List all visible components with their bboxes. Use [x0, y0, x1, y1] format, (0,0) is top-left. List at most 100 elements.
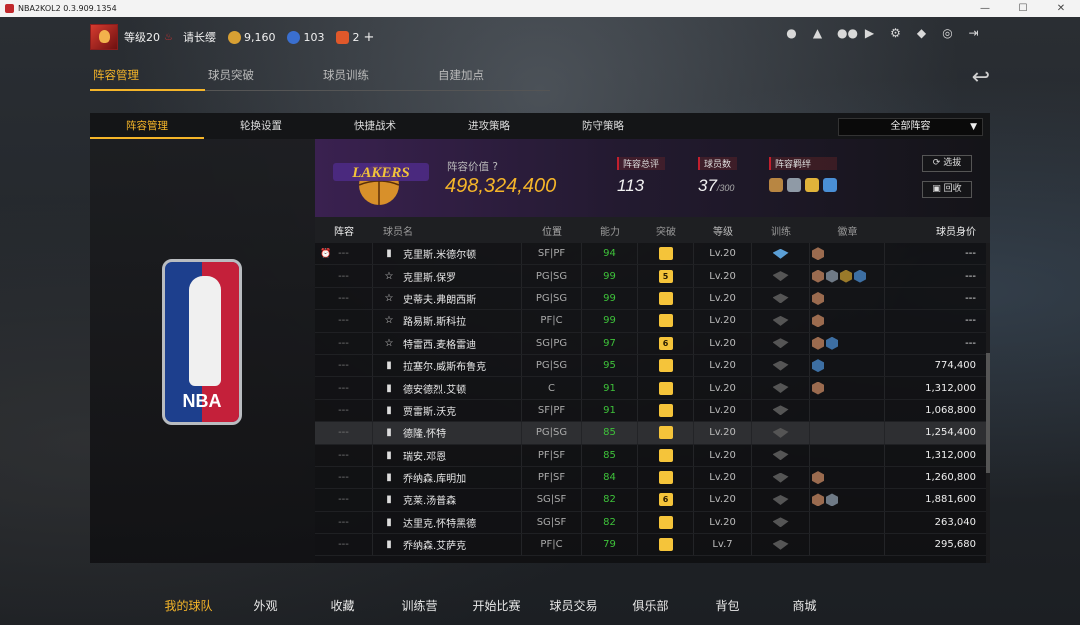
back-icon[interactable]: ↩ [972, 65, 990, 90]
breakthrough-icon[interactable]: 6 [658, 493, 673, 507]
subtab-quick-tactics[interactable]: 快捷战术 [318, 113, 432, 139]
table-row[interactable]: --- ▮ 拉塞尔.威斯布鲁克 PG|SG 95 Lv.20 774,400 [315, 354, 990, 378]
player-name[interactable]: 克里斯.米德尔顿 [403, 246, 476, 261]
breakthrough-icon[interactable]: 6 [658, 336, 673, 350]
breakthrough-icon[interactable] [658, 426, 673, 440]
player-name[interactable]: 德隆.怀特 [403, 425, 446, 440]
breakthrough-icon[interactable] [658, 403, 673, 417]
breakthrough-icon[interactable] [658, 448, 673, 462]
player-name[interactable]: 德安德烈.艾顿 [403, 381, 466, 396]
breakthrough-icon[interactable] [658, 381, 673, 395]
stats-icon[interactable]: ▮ [383, 539, 395, 550]
subtab-rotation[interactable]: 轮换设置 [204, 113, 318, 139]
col-position[interactable]: 位置 [522, 223, 582, 238]
col-lineup[interactable]: 阵容 [315, 223, 373, 238]
player-name[interactable]: 拉塞尔.威斯布鲁克 [403, 358, 486, 373]
minimize-button[interactable]: — [966, 3, 1004, 14]
help-icon[interactable]: ? [492, 161, 498, 173]
stats-icon[interactable]: ▮ [383, 517, 395, 528]
table-row[interactable]: --- ▮ 乔纳森.库明加 PF|SF 84 Lv.20 1,260,800 [315, 466, 990, 490]
breakthrough-icon[interactable] [658, 291, 673, 305]
training-icon[interactable] [772, 539, 789, 550]
player-name[interactable]: 特雷西.麦格雷迪 [403, 336, 476, 351]
badge-icon[interactable] [840, 269, 852, 283]
badge-icon[interactable] [812, 291, 824, 305]
col-level[interactable]: 等级 [694, 223, 752, 238]
bond-icons[interactable] [769, 178, 837, 192]
nav-club[interactable]: 俱乐部 [612, 597, 689, 614]
player-name[interactable]: 史蒂夫.弗朗西斯 [403, 291, 476, 306]
stats-icon[interactable]: ▮ [383, 450, 395, 461]
badge-icon[interactable] [812, 314, 824, 328]
stats-icon[interactable]: ▮ [383, 405, 395, 416]
table-row[interactable]: --- ☆ 路易斯.斯科拉 PF|C 99 Lv.20 --- [315, 310, 990, 333]
player-name[interactable]: 乔纳森.艾萨克 [403, 537, 466, 552]
close-button[interactable]: ✕ [1042, 3, 1080, 14]
stats-icon[interactable]: ▮ [383, 360, 395, 371]
profile-icon[interactable]: ● [785, 27, 798, 40]
player-name[interactable]: 达里克.怀特黑德 [403, 515, 476, 530]
subtab-lineup[interactable]: 阵容管理 [90, 113, 204, 139]
badge-icon[interactable] [826, 493, 838, 507]
training-icon[interactable] [772, 360, 789, 371]
breakthrough-icon[interactable] [658, 471, 673, 485]
badge-icon[interactable] [812, 269, 824, 283]
breakthrough-icon[interactable] [658, 247, 673, 261]
nav-training-camp[interactable]: 训练营 [381, 597, 458, 614]
badge-icon[interactable] [812, 359, 824, 373]
tab-custom-points[interactable]: 自建加点 [435, 67, 550, 91]
stats-icon[interactable]: ▮ [383, 383, 395, 394]
nav-player-trade[interactable]: 球员交易 [535, 597, 612, 614]
training-icon[interactable] [772, 517, 789, 528]
exit-icon[interactable]: ⇥ [967, 27, 980, 40]
tab-lineup-management[interactable]: 阵容管理 [90, 67, 205, 91]
stats-icon[interactable]: ▮ [383, 472, 395, 483]
training-icon[interactable] [772, 383, 789, 394]
nav-appearance[interactable]: 外观 [227, 597, 304, 614]
training-icon[interactable] [772, 338, 789, 349]
player-name[interactable]: 瑞安.邓恩 [403, 448, 446, 463]
subtab-offense[interactable]: 进攻策略 [432, 113, 546, 139]
col-rating[interactable]: 能力 [582, 223, 638, 238]
badge-icon[interactable] [826, 269, 838, 283]
maximize-button[interactable]: ☐ [1004, 3, 1042, 14]
table-row[interactable]: --- ☆ 克里斯.保罗 PG|SG 99 5 Lv.20 --- [315, 265, 990, 288]
stats-icon[interactable]: ▮ [383, 494, 395, 505]
settings-icon[interactable]: ⚙ [889, 27, 902, 40]
table-row[interactable]: --- ▮ 德安德烈.艾顿 C 91 Lv.20 1,312,000 [315, 377, 990, 400]
lineup-filter-select[interactable]: 全部阵容 ▼ [838, 118, 983, 136]
col-badges[interactable]: 徽章 [810, 223, 885, 238]
nav-shop[interactable]: 商城 [766, 597, 843, 614]
add-currency-button[interactable]: + [363, 30, 374, 45]
recycle-button[interactable]: ▣ 回收 [922, 181, 972, 198]
table-row[interactable]: --- ▮ 乔纳森.艾萨克 PF|C 79 Lv.7 295,680 [315, 534, 990, 557]
breakthrough-icon[interactable] [658, 515, 673, 529]
avatar[interactable] [90, 24, 118, 50]
breakthrough-icon[interactable]: 5 [658, 269, 673, 283]
nav-backpack[interactable]: 背包 [689, 597, 766, 614]
table-row[interactable]: --- ▮ 瑞安.邓恩 PF|SF 85 Lv.20 1,312,000 [315, 444, 990, 467]
player-name[interactable]: 乔纳森.库明加 [403, 470, 466, 485]
table-scrollbar[interactable] [986, 243, 990, 563]
col-value[interactable]: 球员身价 [885, 223, 990, 238]
badge-icon[interactable] [812, 381, 824, 395]
col-name[interactable]: 球员名 [373, 223, 522, 238]
training-icon[interactable] [772, 271, 789, 282]
badge-icon[interactable] [826, 336, 838, 350]
star-icon[interactable]: ☆ [383, 315, 395, 326]
training-icon[interactable] [772, 315, 789, 326]
breakthrough-icon[interactable] [658, 359, 673, 373]
friends-icon[interactable]: ●● [837, 27, 858, 40]
subtab-defense[interactable]: 防守策略 [546, 113, 660, 139]
stats-icon[interactable]: ▮ [383, 427, 395, 438]
badge-icon[interactable] [812, 471, 824, 485]
training-icon[interactable] [772, 405, 789, 416]
col-breakthrough[interactable]: 突破 [638, 223, 694, 238]
nav-collection[interactable]: 收藏 [304, 597, 381, 614]
training-icon[interactable] [772, 472, 789, 483]
tab-player-training[interactable]: 球员训练 [320, 67, 435, 91]
table-row[interactable]: --- ▮ 德隆.怀特 PG|SG 85 Lv.20 1,254,400 [315, 422, 990, 445]
training-icon[interactable] [772, 494, 789, 505]
star-icon[interactable]: ☆ [383, 271, 395, 282]
training-icon[interactable] [772, 248, 789, 259]
